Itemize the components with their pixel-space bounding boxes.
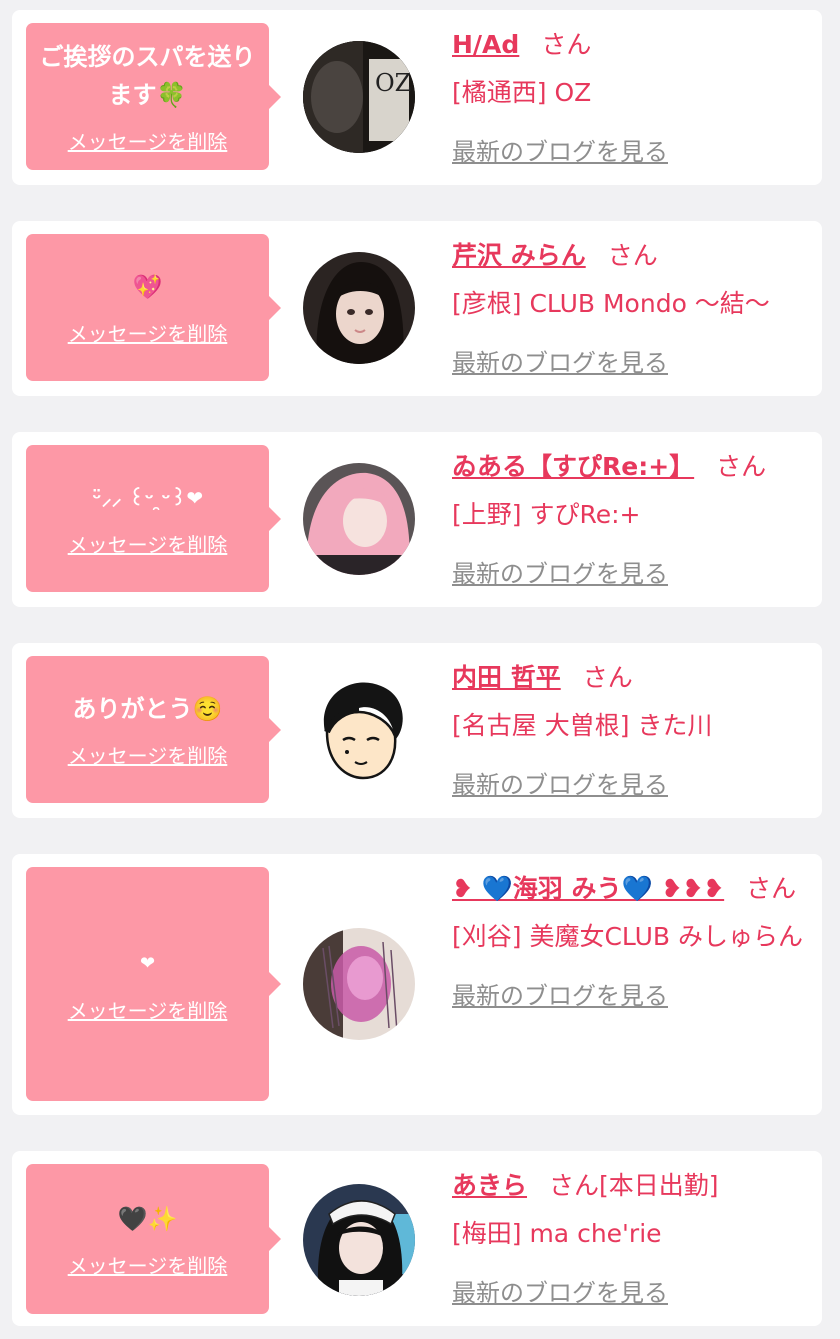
avatar-image [303, 674, 415, 786]
shop-text: [名古屋 大曽根] きた川 [452, 711, 713, 740]
sender-name-link[interactable]: ❥ 💙海羽 みう💙 ❥❥❥ [452, 874, 724, 903]
message-card: ありがとう☺️ メッセージを削除 内田 哲平 さん [名古屋 大曽根] きた川 最… [12, 643, 822, 818]
honorific: さん [607, 241, 658, 270]
sender-name-link[interactable]: 内田 哲平 [452, 663, 561, 692]
honorific: さん [549, 1171, 600, 1200]
message-bubble: ❤ メッセージを削除 [26, 867, 281, 1101]
message-text: 🖤✨ [117, 1204, 178, 1233]
avatar-image [303, 928, 415, 1040]
sender-info: ゐある【すぴRe:+】 さん [上野] すぴRe:+ 最新のブログを見る [452, 446, 812, 594]
message-bubble: ありがとう☺️ メッセージを削除 [26, 656, 281, 803]
sender-info: H/Ad さん [橘通西] OZ 最新のブログを見る [452, 24, 812, 172]
message-text: ᵕ̈⸝⸝ ꒰ᵕ ̯ᵕ꒱❤ [91, 486, 204, 510]
message-card: 🖤✨ メッセージを削除 あきら さん[本日出勤] [梅田] ma che'rie … [12, 1151, 822, 1326]
avatar[interactable] [303, 928, 415, 1040]
name-row: 芹沢 みらん さん [452, 235, 812, 277]
message-bubble: 💖 メッセージを削除 [26, 234, 281, 381]
delete-message-link[interactable]: メッセージを削除 [68, 529, 228, 558]
message-bubble: ᵕ̈⸝⸝ ꒰ᵕ ̯ᵕ꒱❤ メッセージを削除 [26, 445, 281, 592]
avatar-logo-text: OZ [375, 69, 411, 97]
message-text: ❤ [139, 952, 156, 974]
sender-info: あきら さん[本日出勤] [梅田] ma che'rie 最新のブログを見る [452, 1165, 812, 1313]
shop-text: [刈谷] 美魔女CLUB みしゅらん [452, 922, 803, 951]
latest-blog-link[interactable]: 最新のブログを見る [452, 554, 668, 594]
message-card: ❤ メッセージを削除 ❥ 💙海羽 みう💙 ❥❥❥ さん [刈谷] 美魔女CLUB … [12, 854, 822, 1115]
message-bubble: 🖤✨ メッセージを削除 [26, 1164, 281, 1314]
sender-name-link[interactable]: 芹沢 みらん [452, 241, 586, 270]
message-text: 💖 [132, 273, 163, 301]
avatar[interactable] [303, 1184, 415, 1296]
avatar-image [303, 463, 415, 575]
sender-name-link[interactable]: H/Ad [452, 30, 519, 59]
sender-info: 芹沢 みらん さん [彦根] CLUB Mondo 〜結〜 最新のブログを見る [452, 235, 812, 383]
shop-text: [彦根] CLUB Mondo 〜結〜 [452, 289, 770, 318]
latest-blog-link[interactable]: 最新のブログを見る [452, 343, 668, 383]
message-text: ありがとう☺️ [72, 695, 223, 723]
delete-message-link[interactable]: メッセージを削除 [68, 995, 228, 1024]
avatar-image: OZ [303, 41, 415, 153]
message-card: 💖 メッセージを削除 芹沢 みらん さん [彦根] CLUB Mondo 〜結〜 … [12, 221, 822, 396]
avatar-image [303, 1184, 415, 1296]
message-card: ᵕ̈⸝⸝ ꒰ᵕ ̯ᵕ꒱❤ メッセージを削除 ゐある【すぴRe:+】 さん [上野]… [12, 432, 822, 607]
name-row: ❥ 💙海羽 みう💙 ❥❥❥ さん [452, 868, 812, 910]
avatar[interactable] [303, 252, 415, 364]
shop-text: [梅田] ma che'rie [452, 1219, 662, 1248]
avatar-image [303, 252, 415, 364]
shop-text: [橘通西] OZ [452, 78, 592, 107]
avatar[interactable] [303, 463, 415, 575]
avatar[interactable]: OZ [303, 41, 415, 153]
sender-info: ❥ 💙海羽 みう💙 ❥❥❥ さん [刈谷] 美魔女CLUB みしゅらん 最新のブロ… [452, 868, 812, 1016]
honorific: さん [716, 452, 767, 481]
latest-blog-link[interactable]: 最新のブログを見る [452, 976, 668, 1016]
sender-name-link[interactable]: あきら [452, 1171, 527, 1200]
status-text: [本日出勤] [599, 1171, 719, 1200]
latest-blog-link[interactable]: 最新のブログを見る [452, 765, 668, 805]
message-card: ご挨拶のスパを送ります🍀 メッセージを削除 OZ H/Ad さん [橘通西] OZ… [12, 10, 822, 185]
sender-name-link[interactable]: ゐある【すぴRe:+】 [452, 452, 694, 481]
name-row: ゐある【すぴRe:+】 さん [452, 446, 812, 488]
message-bubble: ご挨拶のスパを送ります🍀 メッセージを削除 [26, 23, 281, 170]
avatar[interactable] [303, 674, 415, 786]
name-row: H/Ad さん [452, 24, 812, 66]
delete-message-link[interactable]: メッセージを削除 [68, 1250, 228, 1279]
name-row: 内田 哲平 さん [452, 657, 812, 699]
shop-text: [上野] すぴRe:+ [452, 500, 641, 529]
name-row: あきら さん[本日出勤] [452, 1165, 812, 1207]
honorific: さん [582, 663, 633, 692]
latest-blog-link[interactable]: 最新のブログを見る [452, 1273, 668, 1313]
sender-info: 内田 哲平 さん [名古屋 大曽根] きた川 最新のブログを見る [452, 657, 812, 805]
delete-message-link[interactable]: メッセージを削除 [68, 126, 228, 155]
delete-message-link[interactable]: メッセージを削除 [68, 740, 228, 769]
delete-message-link[interactable]: メッセージを削除 [68, 318, 228, 347]
message-text: ご挨拶のスパを送ります🍀 [39, 43, 256, 109]
honorific: さん [541, 30, 592, 59]
latest-blog-link[interactable]: 最新のブログを見る [452, 132, 668, 172]
honorific: さん [746, 874, 797, 903]
